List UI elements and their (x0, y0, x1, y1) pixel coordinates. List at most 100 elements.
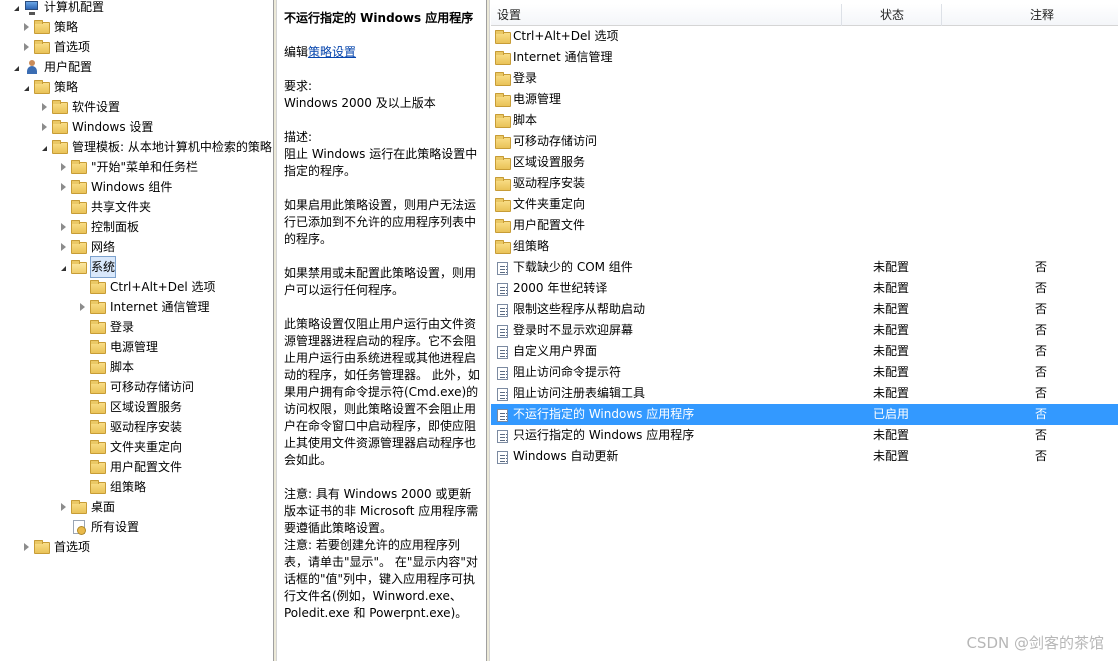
collapse-arrow-icon[interactable] (10, 57, 22, 77)
list-row[interactable]: 文件夹重定向 (491, 194, 1118, 215)
tree-item[interactable]: Windows 组件 (57, 177, 172, 197)
folder-icon (495, 113, 511, 129)
list-row[interactable]: 可移动存储访问 (491, 131, 1118, 152)
tree-item[interactable]: Internet 通信管理 (76, 297, 209, 317)
list-row[interactable]: 自定义用户界面 未配置 否 (491, 341, 1118, 362)
setting-cell: Windows 自动更新 (495, 446, 618, 467)
collapse-arrow-icon[interactable] (57, 257, 69, 277)
list-row[interactable]: Ctrl+Alt+Del 选项 (491, 26, 1118, 47)
list-row[interactable]: 阻止访问命令提示符 未配置 否 (491, 362, 1118, 383)
tree-item[interactable]: 软件设置 (38, 97, 120, 117)
tree-item[interactable]: 用户配置 (10, 57, 92, 77)
list-row[interactable]: Internet 通信管理 (491, 47, 1118, 68)
tree-item[interactable]: 用户配置文件 (76, 457, 182, 477)
tree-item[interactable]: 登录 (76, 317, 134, 337)
column-header-state[interactable]: 状态 (842, 4, 942, 26)
expand-arrow-icon[interactable] (57, 177, 69, 197)
folder-icon (90, 399, 106, 415)
tree-item-label: 系统 (89, 256, 117, 278)
list-row[interactable]: 区域设置服务 (491, 152, 1118, 173)
tree-item[interactable]: 网络 (57, 237, 115, 257)
expand-arrow-icon[interactable] (20, 537, 32, 557)
expand-arrow-icon[interactable] (57, 237, 69, 257)
expand-arrow-icon[interactable] (57, 497, 69, 517)
folder-icon (90, 339, 106, 355)
expand-arrow-icon[interactable] (57, 157, 69, 177)
comment-cell: 否 (1035, 323, 1048, 337)
tree-item[interactable]: 系统 (57, 256, 117, 278)
policy-icon (495, 449, 511, 465)
tree-item[interactable]: "开始"菜单和任务栏 (57, 157, 198, 177)
tree-item[interactable]: 脚本 (76, 357, 134, 377)
list-row[interactable]: 脚本 (491, 110, 1118, 131)
list-row[interactable]: 限制这些程序从帮助启动 未配置 否 (491, 299, 1118, 320)
tree-item[interactable]: Windows 设置 (38, 117, 153, 137)
setting-name: 用户配置文件 (513, 218, 586, 232)
tree-item[interactable]: 组策略 (76, 477, 146, 497)
collapse-arrow-icon[interactable] (10, 0, 22, 17)
policy-title: 不运行指定的 Windows 应用程序 (284, 11, 474, 25)
folder-icon (495, 71, 511, 87)
tree-item[interactable]: 管理模板: 从本地计算机中检索的策略 (38, 137, 272, 157)
tree-item[interactable]: 电源管理 (76, 337, 158, 357)
tree-item[interactable]: 驱动程序安装 (76, 417, 182, 437)
list-row[interactable]: 下载缺少的 COM 组件 未配置 否 (491, 257, 1118, 278)
edit-policy-link[interactable]: 策略设置 (308, 45, 356, 59)
tree-item-label: 计算机配置 (44, 0, 105, 14)
list-row[interactable]: 登录 (491, 68, 1118, 89)
setting-name: Ctrl+Alt+Del 选项 (513, 29, 619, 43)
folder-icon (34, 79, 50, 95)
collapse-arrow-icon[interactable] (38, 137, 50, 157)
expand-arrow-icon[interactable] (57, 217, 69, 237)
expand-arrow-icon[interactable] (76, 297, 88, 317)
tree-item[interactable]: 共享文件夹 (57, 197, 151, 217)
list-row[interactable]: 组策略 (491, 236, 1118, 257)
expand-arrow-icon[interactable] (38, 97, 50, 117)
list-row[interactable]: 不运行指定的 Windows 应用程序 已启用 否 (491, 404, 1118, 425)
list-row[interactable]: 驱动程序安装 (491, 173, 1118, 194)
setting-name: 可移动存储访问 (513, 134, 598, 148)
folder-icon (71, 239, 87, 255)
tree-item[interactable]: 文件夹重定向 (76, 437, 182, 457)
expand-arrow-icon[interactable] (38, 117, 50, 137)
list-row[interactable]: 2000 年世纪转译 未配置 否 (491, 278, 1118, 299)
column-header-comment[interactable]: 注释 (942, 4, 1118, 26)
column-header-setting[interactable]: 设置 (491, 4, 842, 26)
expand-arrow-icon[interactable] (20, 37, 32, 57)
tree-item[interactable]: 策略 (20, 77, 78, 97)
list-row[interactable]: 用户配置文件 (491, 215, 1118, 236)
tree-item[interactable]: 计算机配置 (10, 0, 104, 17)
setting-cell: 阻止访问注册表编辑工具 (495, 383, 645, 404)
tree-item[interactable]: 桌面 (57, 497, 115, 517)
folder-icon (71, 179, 87, 195)
folder-icon (495, 155, 511, 171)
tree-item[interactable]: 可移动存储访问 (76, 377, 194, 397)
policy-icon (495, 260, 511, 276)
tree-item[interactable]: Ctrl+Alt+Del 选项 (76, 277, 215, 297)
list-row[interactable]: 电源管理 (491, 89, 1118, 110)
description-label: 描述: (284, 130, 313, 144)
policy-icon (495, 386, 511, 402)
list-row[interactable]: 只运行指定的 Windows 应用程序 未配置 否 (491, 425, 1118, 446)
tree-item[interactable]: 首选项 (20, 37, 90, 57)
list-row[interactable]: 阻止访问注册表编辑工具 未配置 否 (491, 383, 1118, 404)
tree-item-label: 可移动存储访问 (110, 380, 195, 394)
folder-icon (71, 499, 87, 515)
collapse-arrow-icon[interactable] (20, 77, 32, 97)
tree-item[interactable]: 区域设置服务 (76, 397, 182, 417)
comment-cell: 否 (1035, 386, 1048, 400)
policy-icon (495, 344, 511, 360)
tree-item[interactable]: 策略 (20, 17, 78, 37)
tree-splitter[interactable] (273, 0, 277, 661)
list-splitter[interactable] (486, 0, 490, 661)
list-row[interactable]: 登录时不显示欢迎屏幕 未配置 否 (491, 320, 1118, 341)
tree-item[interactable]: 所有设置 (57, 517, 139, 537)
list-row[interactable]: Windows 自动更新 未配置 否 (491, 446, 1118, 467)
tree-item[interactable]: 首选项 (20, 537, 90, 557)
expand-arrow-icon[interactable] (20, 17, 32, 37)
folder-icon (52, 99, 68, 115)
tree-item[interactable]: 控制面板 (57, 217, 139, 237)
